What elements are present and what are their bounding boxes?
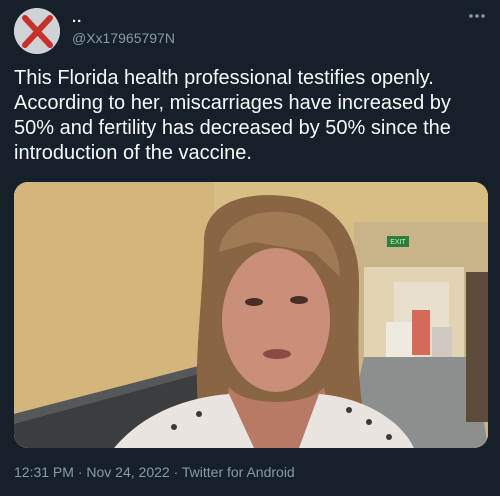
avatar[interactable]	[14, 8, 60, 54]
red-x-icon	[14, 8, 60, 54]
tweet-source[interactable]: Twitter for Android	[182, 464, 295, 480]
tweet-date[interactable]: Nov 24, 2022	[86, 464, 169, 480]
exit-sign-text: EXIT	[390, 239, 406, 246]
video-frame: EXIT	[14, 182, 488, 448]
display-name[interactable]: ..	[72, 8, 82, 28]
more-horizontal-icon[interactable]	[466, 8, 488, 24]
user-handle[interactable]: @Xx17965797N	[72, 29, 175, 47]
tweet-text: This Florida health professional testifi…	[14, 67, 451, 164]
tweet-time[interactable]: 12:31 PM	[14, 464, 74, 480]
tweet-meta: 12:31 PM · Nov 24, 2022 · Twitter for An…	[14, 462, 295, 482]
video-player[interactable]: EXIT	[14, 182, 488, 448]
meta-separator: ·	[169, 464, 182, 480]
meta-separator: ·	[73, 464, 87, 480]
